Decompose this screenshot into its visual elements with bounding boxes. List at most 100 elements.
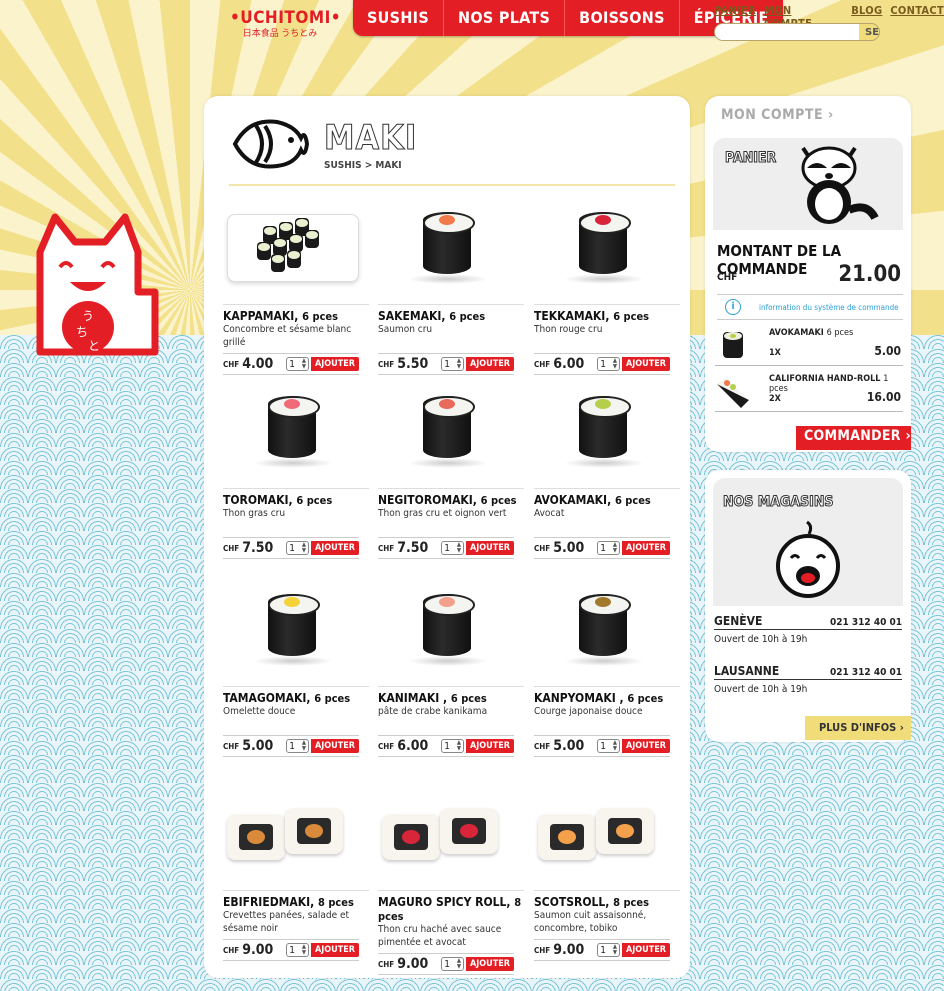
product-image[interactable]: [223, 790, 363, 886]
product-name[interactable]: MAGURO SPICY ROLL, 8 pces: [378, 890, 524, 923]
product-name[interactable]: TOROMAKI, 6 pces: [223, 488, 369, 507]
quantity-stepper[interactable]: 1 ▲ ▼: [441, 739, 464, 753]
top-nav-contact[interactable]: CONTACT: [890, 4, 944, 30]
quantity-stepper[interactable]: 1 ▲ ▼: [286, 943, 309, 957]
product-description: Crevettes panées, salade et sésame noir: [223, 910, 350, 934]
quantity-stepper[interactable]: 1 ▲ ▼: [597, 541, 620, 555]
quantity-stepper[interactable]: 1 ▲ ▼: [286, 541, 309, 555]
product-description: Concombre et sésame blanc grillé: [223, 324, 352, 348]
product-image[interactable]: [378, 586, 518, 682]
product-name[interactable]: TAMAGOMAKI, 6 pces: [223, 686, 369, 705]
currency-label: CHF: [378, 959, 395, 969]
cart-title: PANIER: [724, 150, 777, 167]
product-description: Courge japonaise douce: [534, 706, 643, 717]
order-button[interactable]: COMMANDER ›: [796, 426, 911, 450]
product-card: NEGITOROMAKI, 6 pces Thon gras cru et oig…: [378, 388, 524, 559]
product-card: KANIMAKI , 6 pces pâte de crabe kanikama C…: [378, 586, 524, 757]
product-buy-row: CHF 5.50 1 ▲ ▼ AJOUTER: [378, 353, 514, 375]
logo-text: •UCHITOMI•: [230, 8, 341, 28]
product-image[interactable]: [534, 204, 674, 300]
product-image[interactable]: [378, 204, 518, 300]
stepper-arrows-icon[interactable]: ▲ ▼: [302, 740, 306, 752]
product-name[interactable]: NEGITOROMAKI, 6 pces: [378, 488, 524, 507]
my-account-link[interactable]: MON COMPTE ›: [721, 107, 834, 123]
product-image[interactable]: [223, 388, 363, 484]
store-city: LAUSANNE 021 312 40 01: [714, 664, 902, 680]
add-to-cart-button[interactable]: AJOUTER: [621, 357, 670, 371]
product-image[interactable]: [534, 790, 674, 886]
product-name[interactable]: AVOKAMAKI, 6 pces: [534, 488, 680, 507]
store-phone[interactable]: 021 312 40 01: [830, 614, 902, 628]
quantity-stepper[interactable]: 1 ▲ ▼: [597, 943, 620, 957]
quantity-stepper[interactable]: 1 ▲ ▼: [286, 357, 309, 371]
quantity-stepper[interactable]: 1 ▲ ▼: [441, 541, 464, 555]
cart-item[interactable]: AVOKAMAKI 6 pces 1X 5.00: [715, 324, 903, 366]
product-name[interactable]: KANIMAKI , 6 pces: [378, 686, 524, 705]
product-name[interactable]: EBIFRIEDMAKI, 8 pces: [223, 890, 369, 909]
search-button[interactable]: SEARCH: [859, 24, 879, 40]
product-buy-row: CHF 9.00 1 ▲ ▼ AJOUTER: [534, 939, 670, 961]
product-buy-row: CHF 9.00 1 ▲ ▼ AJOUTER: [378, 953, 514, 975]
add-to-cart-button[interactable]: AJOUTER: [465, 957, 514, 971]
add-to-cart-button[interactable]: AJOUTER: [310, 739, 359, 753]
quantity-stepper[interactable]: 1 ▲ ▼: [597, 739, 620, 753]
stepper-arrows-icon[interactable]: ▲ ▼: [457, 740, 461, 752]
product-card: KAPPAMAKI, 6 pces Concombre et sésame bla…: [223, 204, 369, 375]
add-to-cart-button[interactable]: AJOUTER: [465, 541, 514, 555]
stepper-arrows-icon[interactable]: ▲ ▼: [613, 358, 617, 370]
product-image[interactable]: [378, 388, 518, 484]
more-info-button[interactable]: PLUS D'INFOS ›: [805, 716, 911, 740]
product-image[interactable]: [534, 388, 674, 484]
nav-nos-plats[interactable]: NOS PLATS: [444, 0, 566, 36]
cart-item-thumbnail: [717, 378, 749, 408]
stepper-arrows-icon[interactable]: ▲ ▼: [302, 358, 306, 370]
product-buy-row: CHF 7.50 1 ▲ ▼ AJOUTER: [223, 537, 359, 559]
product-card: SAKEMAKI, 6 pces Saumon cru CHF 5.50 1 ▲ ▼ AJOU…: [378, 204, 524, 375]
logo[interactable]: •UCHITOMI• 日本食品 うちとみ: [230, 8, 341, 39]
search-input[interactable]: [715, 24, 859, 40]
add-to-cart-button[interactable]: AJOUTER: [621, 943, 670, 957]
stepper-arrows-icon[interactable]: ▲ ▼: [302, 542, 306, 554]
stepper-arrows-icon[interactable]: ▲ ▼: [457, 358, 461, 370]
store-hours: Ouvert de 10h à 19h: [714, 684, 808, 695]
stepper-arrows-icon[interactable]: ▲ ▼: [613, 944, 617, 956]
currency-label: CHF: [378, 741, 395, 751]
add-to-cart-button[interactable]: AJOUTER: [465, 357, 514, 371]
stepper-arrows-icon[interactable]: ▲ ▼: [613, 740, 617, 752]
product-image[interactable]: [223, 586, 363, 682]
product-name[interactable]: TEKKAMAKI, 6 pces: [534, 304, 680, 323]
product-name[interactable]: KAPPAMAKI, 6 pces: [223, 304, 369, 323]
stepper-arrows-icon[interactable]: ▲ ▼: [613, 542, 617, 554]
breadcrumb[interactable]: SUSHIS > MAKI: [324, 160, 402, 171]
order-info-link[interactable]: i information du système de commande: [717, 294, 903, 320]
quantity-stepper[interactable]: 1 ▲ ▼: [597, 357, 620, 371]
stepper-arrows-icon[interactable]: ▲ ▼: [302, 944, 306, 956]
product-buy-row: CHF 4.00 1 ▲ ▼ AJOUTER: [223, 353, 359, 375]
currency-label: CHF: [534, 359, 551, 369]
product-image[interactable]: [534, 586, 674, 682]
product-image[interactable]: [378, 790, 518, 886]
product-name[interactable]: SCOTSROLL, 8 pces: [534, 890, 680, 909]
product-buy-row: CHF 6.00 1 ▲ ▼ AJOUTER: [534, 353, 670, 375]
quantity-stepper[interactable]: 1 ▲ ▼: [441, 957, 464, 971]
product-name[interactable]: KANPYOMAKI , 6 pces: [534, 686, 680, 705]
product-card: TOROMAKI, 6 pces Thon gras cru CHF 7.50 1 ▲ ▼ A…: [223, 388, 369, 559]
add-to-cart-button[interactable]: AJOUTER: [310, 541, 359, 555]
add-to-cart-button[interactable]: AJOUTER: [310, 943, 359, 957]
currency-label: CHF: [534, 741, 551, 751]
add-to-cart-button[interactable]: AJOUTER: [310, 357, 359, 371]
product-price: 9.00: [397, 956, 429, 972]
quantity-stepper[interactable]: 1 ▲ ▼: [441, 357, 464, 371]
nav-sushis[interactable]: SUSHIS: [353, 0, 444, 36]
stepper-arrows-icon[interactable]: ▲ ▼: [457, 542, 461, 554]
add-to-cart-button[interactable]: AJOUTER: [621, 739, 670, 753]
cart-item[interactable]: CALIFORNIA HAND-ROLL 1 pces 2X 16.00: [715, 370, 903, 412]
product-name[interactable]: SAKEMAKI, 6 pces: [378, 304, 524, 323]
stepper-arrows-icon[interactable]: ▲ ▼: [457, 958, 461, 970]
quantity-stepper[interactable]: 1 ▲ ▼: [286, 739, 309, 753]
nav-boissons[interactable]: BOISSONS: [565, 0, 680, 36]
add-to-cart-button[interactable]: AJOUTER: [465, 739, 514, 753]
add-to-cart-button[interactable]: AJOUTER: [621, 541, 670, 555]
store-phone[interactable]: 021 312 40 01: [830, 664, 902, 678]
product-image[interactable]: [223, 204, 363, 300]
